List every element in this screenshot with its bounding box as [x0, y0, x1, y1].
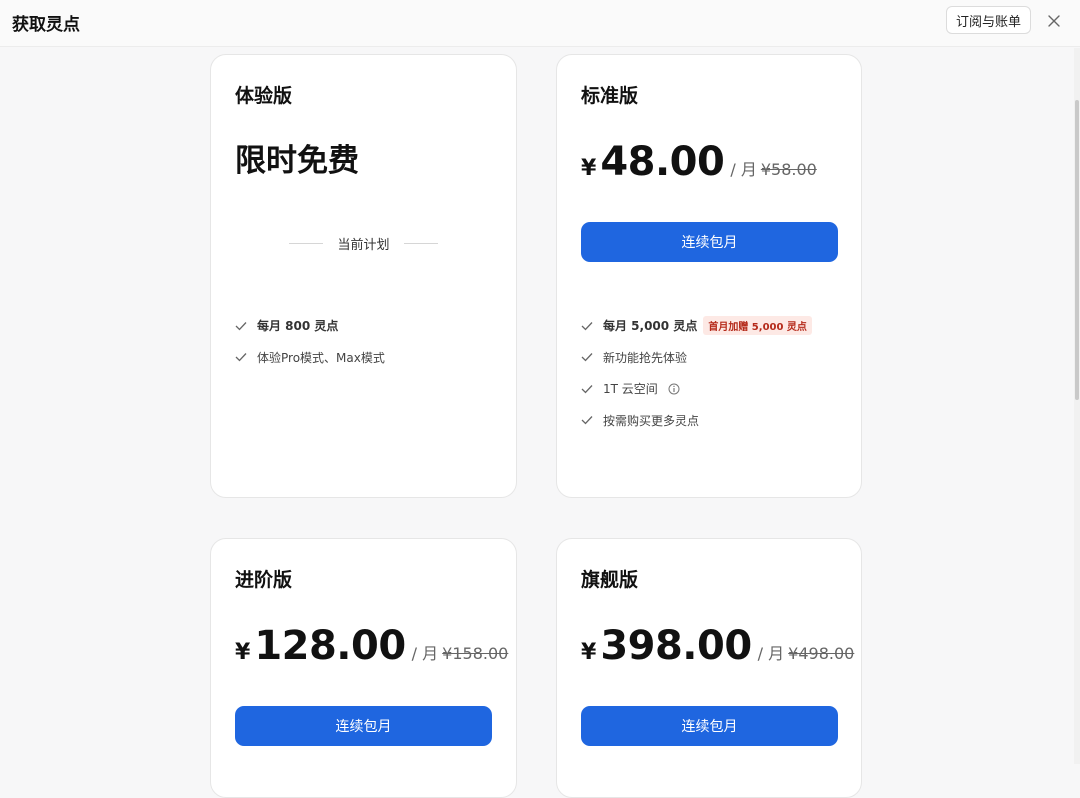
original-price: ¥158.00: [442, 644, 509, 663]
divider: [403, 242, 438, 244]
plan-name: 标准版: [581, 85, 639, 107]
price-amount: 48.00: [600, 139, 725, 185]
plan-name: 体验版: [235, 85, 293, 107]
plan-card-standard: 标准版 ¥ 48.00 / 月 ¥58.00 连续包月 每月 5,000 灵点 …: [556, 54, 862, 498]
info-icon[interactable]: [668, 383, 680, 395]
subscribe-monthly-button[interactable]: 连续包月: [235, 706, 492, 746]
plan-card-flagship: 旗舰版 ¥ 398.00 / 月 ¥498.00 连续包月: [556, 538, 862, 798]
feature-text: 1T 云空间: [603, 382, 658, 397]
subscription-billing-button[interactable]: 订阅与账单: [946, 6, 1031, 34]
subscribe-monthly-button[interactable]: 连续包月: [581, 706, 838, 746]
plan-name: 进阶版: [235, 569, 293, 591]
current-plan-label: 当前计划: [337, 237, 390, 253]
page-title: 获取灵点: [12, 15, 80, 35]
price-amount: 128.00: [254, 623, 406, 669]
feature-item: 1T 云空间: [581, 373, 812, 405]
feature-list: 每月 5,000 灵点 首月加赠 5,000 灵点 新功能抢先体验 1T 云空间…: [581, 310, 812, 436]
header: 获取灵点 订阅与账单: [0, 0, 1080, 47]
price-amount: 398.00: [600, 623, 752, 669]
price-period: / 月: [757, 644, 785, 663]
scrollbar-thumb[interactable]: [1075, 100, 1079, 400]
price-row: ¥ 398.00 / 月 ¥498.00: [581, 623, 854, 669]
plan-card-trial: 体验版 限时免费 当前计划 每月 800 灵点 体验Pro模式、Max模式: [210, 54, 517, 498]
price-row: ¥ 128.00 / 月 ¥158.00: [235, 623, 508, 669]
check-icon: [581, 353, 593, 362]
currency-symbol: ¥: [581, 156, 597, 181]
currency-symbol: ¥: [581, 640, 597, 665]
feature-text: 每月 5,000 灵点: [603, 319, 698, 334]
check-icon: [235, 321, 247, 331]
feature-text: 按需购买更多灵点: [603, 413, 700, 428]
price-row: ¥ 48.00 / 月 ¥58.00: [581, 139, 817, 185]
close-icon[interactable]: [1045, 12, 1063, 30]
feature-text: 每月 800 灵点: [257, 319, 339, 334]
original-price: ¥498.00: [788, 644, 855, 663]
check-icon: [235, 353, 247, 362]
check-icon: [581, 384, 593, 394]
currency-symbol: ¥: [235, 640, 251, 665]
subscribe-monthly-button[interactable]: 连续包月: [581, 222, 838, 262]
feature-item: 每月 5,000 灵点 首月加赠 5,000 灵点: [581, 310, 812, 342]
feature-text: 体验Pro模式、Max模式: [257, 350, 385, 365]
feature-list: 每月 800 灵点 体验Pro模式、Max模式: [235, 310, 385, 373]
original-price: ¥58.00: [760, 160, 817, 179]
divider: [289, 242, 324, 244]
plan-name: 旗舰版: [581, 569, 639, 591]
price-period: / 月: [411, 644, 439, 663]
price-period: / 月: [730, 160, 757, 179]
check-icon: [581, 416, 593, 425]
feature-text: 新功能抢先体验: [603, 350, 688, 365]
promo-badge: 首月加赠 5,000 灵点: [703, 316, 812, 336]
feature-item: 体验Pro模式、Max模式: [235, 342, 385, 374]
feature-item: 每月 800 灵点: [235, 310, 385, 342]
check-icon: [581, 321, 593, 331]
feature-item: 新功能抢先体验: [581, 342, 812, 374]
plan-card-advanced: 进阶版 ¥ 128.00 / 月 ¥158.00 连续包月: [210, 538, 517, 798]
feature-item: 按需购买更多灵点: [581, 405, 812, 437]
plan-price-free: 限时免费: [235, 143, 359, 179]
current-plan-indicator: 当前计划: [211, 231, 516, 255]
